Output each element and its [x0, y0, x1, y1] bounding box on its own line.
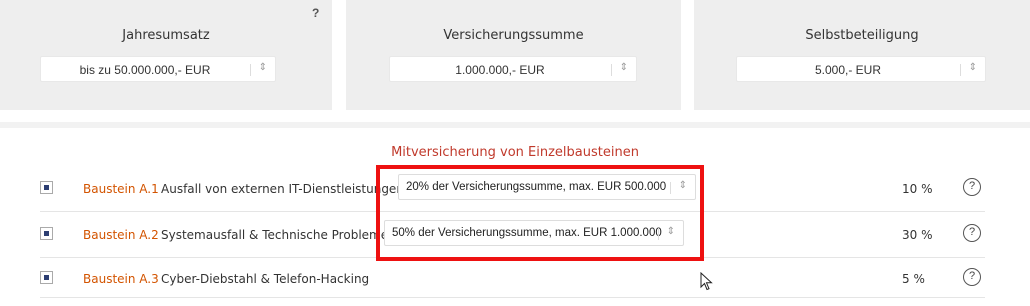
- help-icon[interactable]: ?: [963, 224, 981, 242]
- mouse-cursor-icon: [700, 272, 713, 291]
- baustein-limit-select[interactable]: 20% der Versicherungssumme, max. EUR 500…: [398, 174, 696, 200]
- select-arrows-icon: ⇕: [678, 180, 687, 191]
- jahresumsatz-label: Jahresumsatz: [122, 28, 210, 43]
- select-arrows-icon: ⇕: [619, 62, 628, 73]
- baustein-limit-select[interactable]: 50% der Versicherungssumme, max. EUR 1.0…: [384, 220, 684, 246]
- select-divider: [611, 64, 612, 76]
- baustein-limit-value: 20% der Versicherungssumme, max. EUR 500…: [406, 181, 667, 193]
- section-title: Mitversicherung von Einzelbausteinen: [391, 145, 639, 160]
- select-arrows-icon: ⇕: [968, 62, 977, 73]
- baustein-code: Baustein A.2: [83, 228, 159, 242]
- baustein-checkbox[interactable]: [40, 181, 53, 194]
- baustein-limit-value: 50% der Versicherungssumme, max. EUR 1.0…: [392, 227, 662, 239]
- versicherungssumme-label: Versicherungssumme: [443, 28, 584, 43]
- select-divider: [658, 228, 659, 240]
- baustein-code: Baustein A.3: [83, 272, 159, 286]
- select-divider: [250, 64, 251, 76]
- jahresumsatz-select[interactable]: bis zu 50.000.000,- EUR ⇕: [40, 56, 276, 82]
- baustein-percent: 5 %: [902, 272, 925, 286]
- divider: [0, 122, 1030, 128]
- select-divider: [960, 64, 961, 76]
- baustein-description: Ausfall von externen IT-Dienstleistungen: [161, 182, 404, 196]
- select-arrows-icon: ⇕: [666, 226, 675, 237]
- help-icon[interactable]: ?: [963, 268, 981, 286]
- help-icon[interactable]: ?: [963, 178, 981, 196]
- baustein-description: Systemausfall & Technische Probleme: [161, 228, 389, 242]
- help-icon[interactable]: ?: [312, 6, 319, 20]
- select-divider: [670, 182, 671, 194]
- selbstbeteiligung-select[interactable]: 5.000,- EUR ⇕: [736, 56, 986, 82]
- panel-selbstbeteiligung: Selbstbeteiligung 5.000,- EUR ⇕: [694, 0, 1030, 110]
- baustein-row-a3: Baustein A.3 Cyber-Diebstahl & Telefon-H…: [40, 258, 985, 298]
- baustein-checkbox[interactable]: [40, 271, 53, 284]
- baustein-percent: 10 %: [902, 182, 933, 196]
- filter-band: ? Jahresumsatz bis zu 50.000.000,- EUR ⇕…: [0, 0, 1030, 122]
- select-arrows-icon: ⇕: [258, 62, 267, 73]
- baustein-percent: 30 %: [902, 228, 933, 242]
- baustein-row-a2: Baustein A.2 Systemausfall & Technische …: [40, 212, 985, 258]
- baustein-row-a1: Baustein A.1 Ausfall von externen IT-Die…: [40, 166, 985, 212]
- selbstbeteiligung-value: 5.000,- EUR: [814, 63, 882, 77]
- versicherungssumme-select[interactable]: 1.000.000,- EUR ⇕: [389, 56, 637, 82]
- jahresumsatz-value: bis zu 50.000.000,- EUR: [79, 63, 211, 77]
- panel-versicherungssumme: Versicherungssumme 1.000.000,- EUR ⇕: [346, 0, 681, 110]
- baustein-checkbox[interactable]: [40, 227, 53, 240]
- versicherungssumme-value: 1.000.000,- EUR: [455, 63, 545, 77]
- baustein-description: Cyber-Diebstahl & Telefon-Hacking: [161, 272, 370, 286]
- selbstbeteiligung-label: Selbstbeteiligung: [805, 28, 919, 43]
- baustein-code: Baustein A.1: [83, 182, 159, 196]
- panel-jahresumsatz: ? Jahresumsatz bis zu 50.000.000,- EUR ⇕: [0, 0, 332, 110]
